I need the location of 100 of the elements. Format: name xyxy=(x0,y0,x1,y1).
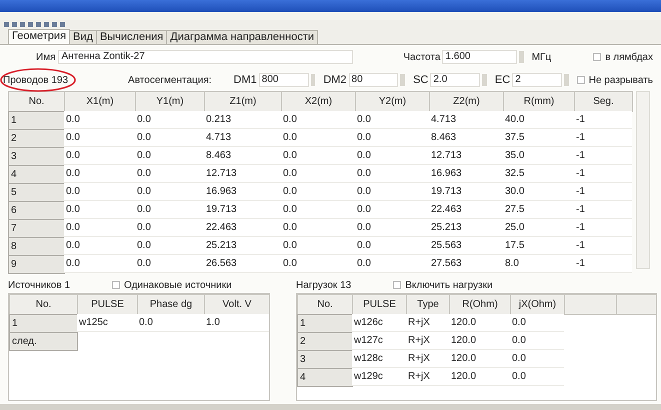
table-cell: w126c xyxy=(352,314,406,332)
column-header[interactable]: No. xyxy=(9,294,78,315)
column-header[interactable]: jX(Ohm) xyxy=(510,294,565,315)
checkbox-label: Включить нагрузки xyxy=(405,280,493,290)
table-cell: 40.0 xyxy=(503,111,574,129)
table-cell: 0.0 xyxy=(355,201,429,219)
table-cell: 26.563 xyxy=(204,255,281,273)
column-header[interactable] xyxy=(564,294,617,315)
table-cell: 12.713 xyxy=(429,147,503,165)
field-label: EC xyxy=(494,74,510,86)
column-header[interactable]: PULSE xyxy=(77,294,138,315)
column-header[interactable]: Type xyxy=(406,294,450,315)
checkbox[interactable] xyxy=(393,281,402,289)
tab[interactable]: Вычисления xyxy=(96,30,168,44)
table-cell: 35.0 xyxy=(503,147,574,165)
number-field[interactable]: 2 xyxy=(512,73,562,87)
column-header[interactable]: Seg. xyxy=(574,91,633,112)
field-label: DM2 xyxy=(323,74,347,86)
number-field[interactable]: 80 xyxy=(348,73,398,87)
row-header[interactable]: 5 xyxy=(8,183,65,202)
table-cell: 27.5 xyxy=(503,201,574,219)
row-header[interactable]: 4 xyxy=(297,368,353,387)
name-label: Имя xyxy=(36,52,56,62)
column-header[interactable]: No. xyxy=(297,294,353,315)
column-header[interactable]: Y1(m) xyxy=(135,91,205,112)
column-header[interactable]: Phase dg xyxy=(137,294,205,315)
field-label: DM1 xyxy=(234,74,257,86)
column-header[interactable]: X1(m) xyxy=(64,91,136,112)
row-header[interactable]: 3 xyxy=(8,147,65,166)
column-header[interactable]: PULSE xyxy=(352,294,407,315)
table-cell: 4.713 xyxy=(204,129,281,147)
table-cell: -1 xyxy=(574,129,632,147)
column-header[interactable]: Z2(m) xyxy=(429,91,504,112)
spin-button[interactable] xyxy=(400,74,406,86)
checkbox[interactable] xyxy=(576,76,585,84)
row-header[interactable]: 9 xyxy=(8,255,65,274)
table-cell: w125c xyxy=(77,314,137,332)
scroll-bar[interactable] xyxy=(636,91,650,269)
column-header[interactable]: X2(m) xyxy=(281,91,356,112)
table-cell: 0.0 xyxy=(135,237,204,255)
table-cell: 8.463 xyxy=(429,129,503,147)
spin-button[interactable] xyxy=(482,74,487,86)
row-header[interactable]: 2 xyxy=(297,332,353,351)
wire-count: Проводов 193 xyxy=(2,74,70,86)
number-field[interactable]: 800 xyxy=(258,73,309,87)
row-header[interactable]: 1 xyxy=(297,314,353,333)
tab[interactable]: Диаграмма направленности xyxy=(166,30,318,44)
table-cell: w129c xyxy=(352,368,406,386)
frequency-field[interactable]: 1.600 xyxy=(442,50,518,64)
table-cell: 12.713 xyxy=(204,165,281,183)
checkbox-label: в лямбдах xyxy=(605,52,653,62)
row-header[interactable]: 2 xyxy=(8,129,65,148)
table-cell: 0.0 xyxy=(355,219,429,237)
table-cell: 1.0 xyxy=(204,314,269,332)
table-cell: -1 xyxy=(574,183,632,201)
checkbox[interactable] xyxy=(112,281,120,289)
table-cell: 0.0 xyxy=(64,111,135,129)
column-header[interactable] xyxy=(616,294,656,315)
table-cell: -1 xyxy=(574,219,632,237)
table-cell: 22.463 xyxy=(204,219,281,237)
row-header[interactable]: след. xyxy=(9,332,78,351)
checkbox[interactable] xyxy=(593,53,602,61)
row-header[interactable]: 3 xyxy=(297,350,353,369)
table-cell: 25.213 xyxy=(429,219,503,237)
row-header[interactable]: 6 xyxy=(8,201,65,220)
table-cell: 0.0 xyxy=(355,165,429,183)
column-header[interactable]: No. xyxy=(8,91,65,112)
table-cell: 0.0 xyxy=(64,165,135,183)
spin-button[interactable] xyxy=(310,74,316,86)
row-header[interactable]: 4 xyxy=(8,165,65,184)
table-cell: 27.563 xyxy=(429,255,503,273)
name-field[interactable]: Антенна Zontik-27 xyxy=(58,50,354,64)
row-header[interactable]: 8 xyxy=(8,237,65,256)
number-field[interactable]: 2.0 xyxy=(430,73,480,87)
row-header[interactable]: 7 xyxy=(8,219,65,238)
table-cell: 0.0 xyxy=(64,237,135,255)
table-cell: 0.0 xyxy=(281,255,355,273)
table-cell: R+jX xyxy=(406,314,449,332)
table-cell: -1 xyxy=(574,111,632,129)
table-cell: 16.963 xyxy=(204,183,281,201)
column-header[interactable]: Y2(m) xyxy=(355,91,430,112)
column-header[interactable]: R(mm) xyxy=(503,91,575,112)
column-header[interactable]: R(Ohm) xyxy=(449,294,511,315)
table-cell: 0.0 xyxy=(281,111,355,129)
column-header[interactable]: Volt. V xyxy=(204,294,269,315)
table-cell: 0.0 xyxy=(355,111,429,129)
table-cell: 0.0 xyxy=(281,147,355,165)
spin-button[interactable] xyxy=(519,51,524,63)
column-header[interactable]: Z1(m) xyxy=(204,91,282,112)
tab[interactable]: Геометрия xyxy=(8,29,70,44)
table-cell: 0.0 xyxy=(135,183,204,201)
table-cell: 0.0 xyxy=(135,147,204,165)
row-header[interactable]: 1 xyxy=(9,314,78,333)
row-header[interactable]: 1 xyxy=(8,111,65,130)
table-cell: 0.0 xyxy=(355,255,429,273)
table-cell: w128c xyxy=(352,350,406,368)
tab[interactable]: Вид xyxy=(69,30,97,44)
field-label: SC xyxy=(413,74,428,86)
table-cell: 0.0 xyxy=(355,147,429,165)
spin-button[interactable] xyxy=(564,74,569,86)
